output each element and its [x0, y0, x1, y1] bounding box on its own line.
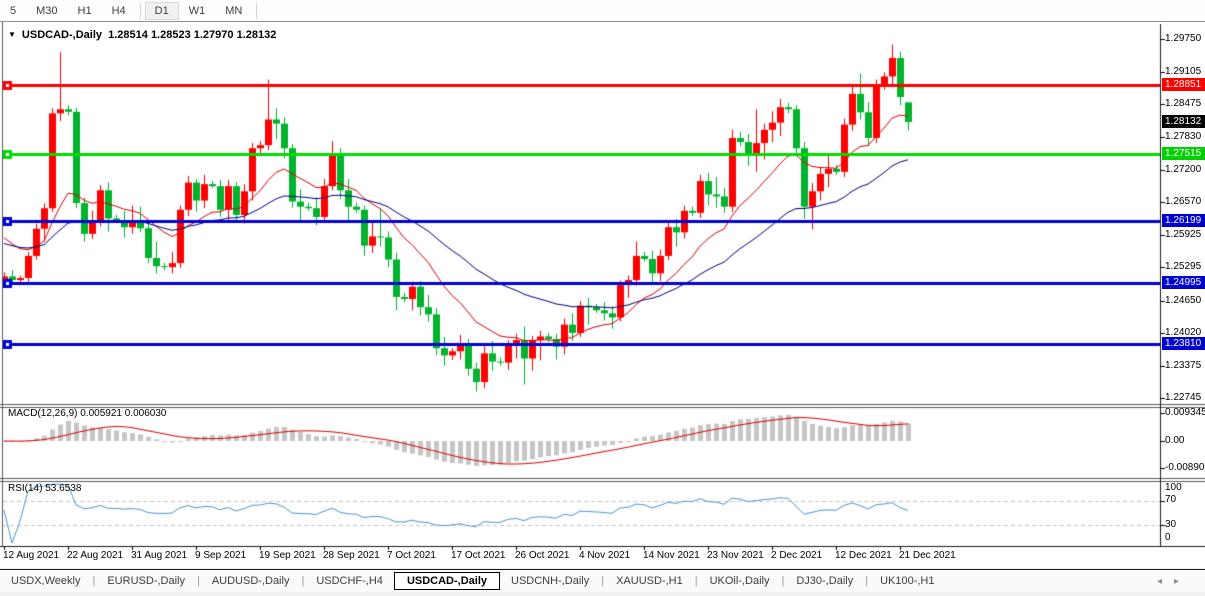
timeframe-button-5[interactable]: 5 — [0, 2, 26, 20]
price-tick-label: 1.27830 — [1165, 131, 1202, 143]
date-label: 19 Sep 2021 — [259, 550, 316, 561]
tabs-scroll-right-icon[interactable]: ▸ — [1174, 576, 1191, 587]
price-tick-label: 1.28475 — [1165, 98, 1202, 110]
chart-ohlc-readout: 1.28514 1.28523 1.27970 1.28132 — [108, 29, 277, 41]
date-label: 14 Nov 2021 — [643, 550, 700, 561]
macd-indicator-label: MACD(12,26,9) 0.005921 0.006030 — [8, 408, 166, 419]
rsi-tick-label: 100 — [1165, 482, 1182, 493]
timeframe-button-m30[interactable]: M30 — [26, 2, 67, 20]
price-tick-label: 1.29750 — [1165, 33, 1202, 44]
date-label: 31 Aug 2021 — [131, 550, 188, 561]
tab-ukoil-daily[interactable]: UKOil-,Daily — [699, 572, 781, 590]
chart-symbol-label: USDCAD-,Daily — [21, 29, 102, 41]
price-badge: 1.23810 — [1162, 336, 1205, 350]
price-tick-label: 1.29105 — [1165, 66, 1202, 78]
rsi-tick-label: 70 — [1165, 494, 1177, 505]
macd-values: 0.005921 0.006030 — [80, 408, 167, 419]
macd-tick-label: -0.008905 — [1165, 462, 1205, 473]
date-label: 23 Nov 2021 — [707, 550, 764, 561]
date-label: 2 Dec 2021 — [771, 550, 823, 561]
tab-xauusd-h1[interactable]: XAUUSD-,H1 — [605, 572, 694, 590]
timeframe-button-h1[interactable]: H1 — [68, 2, 102, 20]
price-tick-label: 1.25295 — [1165, 261, 1202, 273]
date-label: 28 Sep 2021 — [323, 550, 380, 561]
tab-usdcnh-daily[interactable]: USDCNH-,Daily — [500, 572, 600, 590]
chart-window: ▼ USDCAD-,Daily 1.28514 1.28523 1.27970 1… — [0, 22, 1205, 568]
date-label: 21 Dec 2021 — [899, 550, 956, 561]
rsi-value: 53.6538 — [45, 483, 82, 494]
macd-tick-label: 0.009345 — [1165, 407, 1205, 418]
tab-scroll-arrows: ◂▸ — [1157, 576, 1191, 587]
price-tick-label: 1.24650 — [1165, 294, 1202, 306]
rsi-indicator-label: RSI(14) 53.6538 — [8, 483, 81, 494]
date-label: 22 Aug 2021 — [67, 550, 124, 561]
rsi-tick-label: 30 — [1165, 519, 1177, 530]
mt4-window: 5 M30 H1 H4 D1 W1 MN ▼ USDCAD-,Daily 1.28514 1.… — [0, 0, 1205, 596]
tab-dj30-daily[interactable]: DJ30-,Daily — [785, 572, 864, 590]
price-badge: 1.24995 — [1162, 275, 1205, 289]
rsi-name: RSI(14) — [8, 483, 43, 494]
timeframe-toolbar: 5 M30 H1 H4 D1 W1 MN — [0, 0, 1205, 22]
date-label: 9 Sep 2021 — [195, 550, 247, 561]
timeframe-button-h4[interactable]: H4 — [102, 2, 136, 20]
price-tick-label: 1.27200 — [1165, 163, 1202, 175]
date-label: 7 Oct 2021 — [387, 550, 436, 561]
date-label: 4 Nov 2021 — [579, 550, 631, 561]
rsi-tick-label: 0 — [1165, 532, 1171, 543]
date-label: 26 Oct 2021 — [515, 550, 570, 561]
date-label: 12 Dec 2021 — [835, 550, 892, 561]
tabs-scroll-left-icon[interactable]: ◂ — [1157, 576, 1174, 587]
timeframe-button-w1[interactable]: W1 — [179, 2, 216, 20]
price-tick-label: 1.26570 — [1165, 196, 1202, 208]
bottom-strip — [0, 592, 1205, 596]
tab-eurusd-daily[interactable]: EURUSD-,Daily — [96, 572, 196, 590]
tab-usdx-weekly[interactable]: USDX,Weekly — [0, 572, 91, 590]
tab-audusd-daily[interactable]: AUDUSD-,Daily — [201, 572, 301, 590]
chart-dropdown-icon[interactable]: ▼ — [8, 30, 16, 39]
price-chart-canvas[interactable] — [0, 22, 1205, 568]
toolbar-separator — [256, 2, 258, 19]
chart-title: ▼ USDCAD-,Daily 1.28514 1.28523 1.27970 1… — [8, 29, 276, 41]
price-badge: 1.28132 — [1162, 114, 1205, 128]
tab-usdchf-h4[interactable]: USDCHF-,H4 — [305, 572, 394, 590]
price-tick-label: 1.22745 — [1165, 392, 1202, 404]
timeframe-button-mn[interactable]: MN — [215, 2, 252, 20]
toolbar-separator — [139, 2, 141, 19]
price-badge: 1.26199 — [1162, 214, 1205, 228]
date-label: 12 Aug 2021 — [3, 550, 60, 561]
chart-tab-bar: USDX,Weekly | EURUSD-,Daily | AUDUSD-,Daily |… — [0, 569, 1205, 592]
price-badge: 1.28851 — [1162, 78, 1205, 92]
tab-usdcad-daily[interactable]: USDCAD-,Daily — [393, 572, 501, 590]
price-badge: 1.27515 — [1162, 146, 1205, 160]
macd-tick-label: 0.00 — [1165, 435, 1185, 446]
tab-uk100-h1[interactable]: UK100-,H1 — [869, 572, 945, 590]
price-tick-label: 1.23375 — [1165, 359, 1202, 371]
timeframe-button-d1[interactable]: D1 — [144, 1, 179, 20]
date-label: 17 Oct 2021 — [451, 550, 506, 561]
price-tick-label: 1.25925 — [1165, 229, 1202, 241]
macd-name: MACD(12,26,9) — [8, 408, 78, 419]
